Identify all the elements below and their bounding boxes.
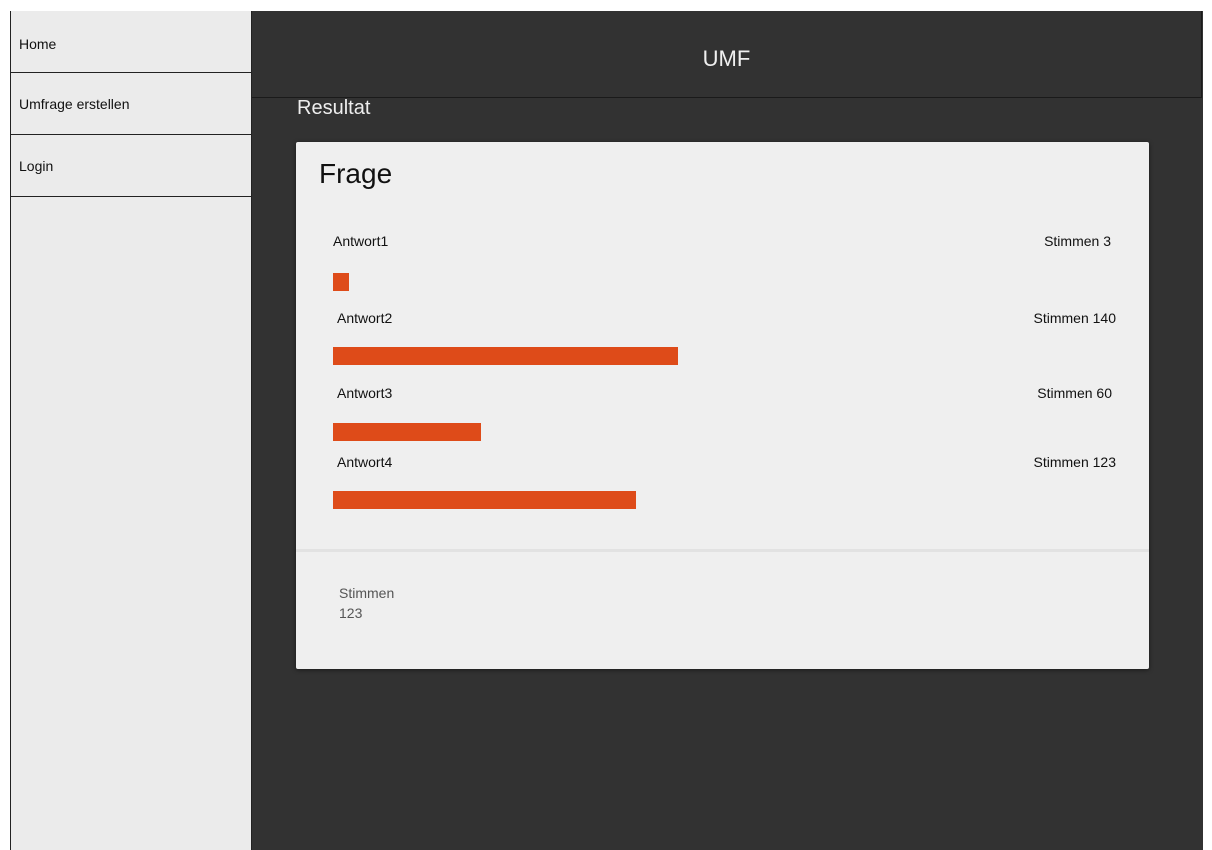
sidebar-item-label: Umfrage erstellen xyxy=(19,96,130,112)
result-card: Frage Antwort1 Stimmen 3 Antwort2 Stimme… xyxy=(296,142,1149,669)
answer-label: Antwort1 xyxy=(333,233,389,249)
answer-label: Antwort2 xyxy=(337,310,393,326)
answer-votes: Stimmen 123 xyxy=(1033,454,1116,470)
answer-label: Antwort3 xyxy=(337,385,393,401)
answer-label: Antwort4 xyxy=(337,454,393,470)
app-title: UMF xyxy=(702,46,751,71)
sidebar-item-label: Home xyxy=(19,36,57,52)
answer-bar xyxy=(333,423,481,441)
sidebar: Home Umfrage erstellen Login xyxy=(10,11,252,850)
sidebar-item-label: Login xyxy=(19,158,54,174)
answer-votes: Stimmen 60 xyxy=(1037,385,1112,401)
question-title: Frage xyxy=(319,158,393,189)
total-votes-label: Stimmen xyxy=(339,585,395,601)
header: UMF xyxy=(252,11,1202,98)
answer-bar xyxy=(333,347,678,365)
page-title: Resultat xyxy=(297,97,371,119)
sidebar-item-create-survey[interactable]: Umfrage erstellen xyxy=(11,73,251,135)
sidebar-item-home[interactable]: Home xyxy=(11,11,251,73)
answer-bar xyxy=(333,273,349,291)
total-votes-value: 123 xyxy=(339,605,363,621)
sidebar-item-login[interactable]: Login xyxy=(11,135,251,197)
card-divider xyxy=(296,549,1149,552)
answer-votes: Stimmen 140 xyxy=(1033,310,1116,326)
answer-votes: Stimmen 3 xyxy=(1044,233,1111,249)
answer-bar xyxy=(333,491,636,509)
